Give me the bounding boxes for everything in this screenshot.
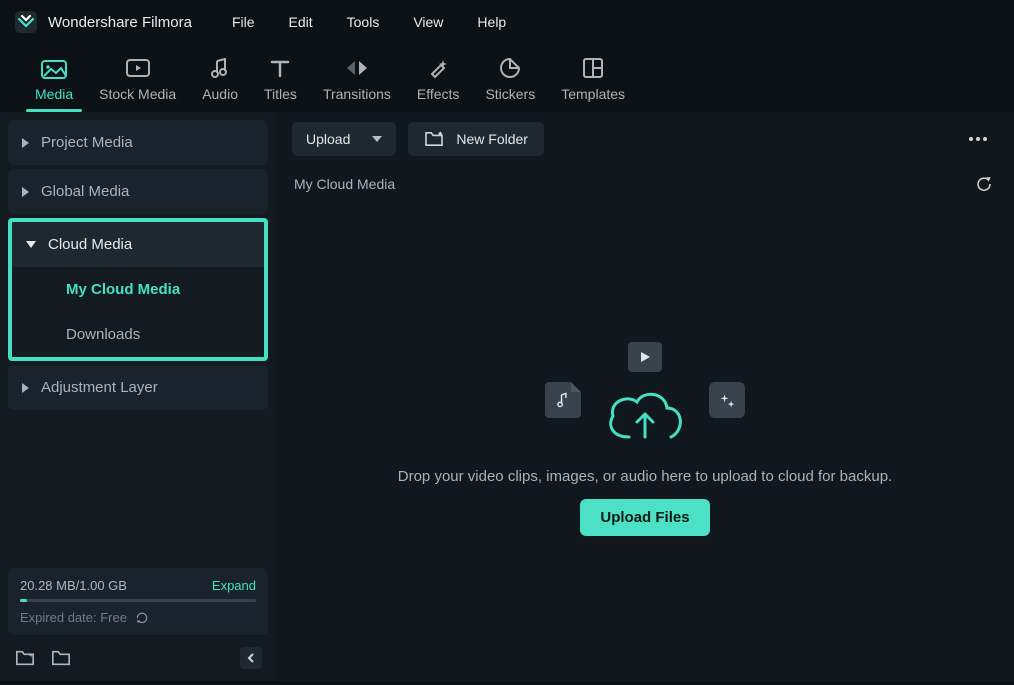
menu-edit[interactable]: Edit: [289, 14, 313, 30]
chevron-right-icon: [22, 138, 29, 148]
refresh-icon[interactable]: [135, 611, 149, 625]
svg-text:+: +: [29, 651, 34, 660]
audio-file-icon: [545, 382, 581, 418]
storage-progress-bar: [20, 599, 256, 602]
sidebar-item-global-media[interactable]: Global Media: [8, 169, 268, 214]
sidebar-subitem-my-cloud-media[interactable]: My Cloud Media: [12, 267, 264, 312]
chevron-right-icon: [22, 383, 29, 393]
transitions-icon: [344, 56, 370, 80]
video-file-icon: [628, 342, 662, 372]
content-toolbar: Upload New Folder: [276, 112, 1014, 164]
effects-file-icon: [709, 382, 745, 418]
main-menu: File Edit Tools View Help: [232, 14, 506, 30]
storage-panel: 20.28 MB/1.00 GB Expand Expired date: Fr…: [8, 568, 268, 635]
sidebar-subitem-downloads[interactable]: Downloads: [12, 312, 264, 357]
sidebar-item-label: Adjustment Layer: [41, 379, 158, 396]
templates-icon: [582, 56, 604, 80]
tab-templates[interactable]: Templates: [548, 48, 638, 112]
tab-media[interactable]: Media: [22, 48, 86, 112]
dropzone-graphic: [545, 342, 745, 450]
tab-stock-media[interactable]: Stock Media: [86, 48, 189, 112]
upload-button-label: Upload: [306, 131, 350, 147]
sidebar-item-adjustment-layer[interactable]: Adjustment Layer: [8, 365, 268, 410]
refresh-button[interactable]: [972, 172, 996, 196]
breadcrumb-bar: My Cloud Media: [276, 164, 1014, 196]
sidebar-item-label: Project Media: [41, 134, 133, 151]
tab-label: Templates: [561, 86, 625, 102]
folder-icon[interactable]: [50, 647, 72, 669]
new-bin-icon[interactable]: +: [14, 647, 36, 669]
dropzone[interactable]: Drop your video clips, images, or audio …: [276, 196, 1014, 681]
sidebar-item-project-media[interactable]: Project Media: [8, 120, 268, 165]
chevron-down-icon: [26, 241, 36, 248]
stock-media-icon: [125, 56, 151, 80]
new-folder-button[interactable]: New Folder: [408, 131, 544, 147]
sidebar-footer: +: [8, 635, 268, 673]
more-options-button[interactable]: [958, 122, 998, 156]
sidebar-item-label: My Cloud Media: [66, 281, 180, 298]
category-tabs: Media Stock Media Audio Titles Transitio…: [0, 48, 1014, 112]
tab-transitions[interactable]: Transitions: [310, 48, 404, 112]
chevron-down-icon: [372, 136, 382, 142]
tab-audio[interactable]: Audio: [189, 48, 251, 112]
tab-label: Media: [35, 86, 73, 102]
upload-dropdown-button[interactable]: Upload: [292, 131, 396, 147]
titles-icon: [269, 56, 291, 80]
dropzone-text: Drop your video clips, images, or audio …: [398, 468, 892, 485]
tab-stickers[interactable]: Stickers: [472, 48, 548, 112]
new-folder-label: New Folder: [456, 131, 528, 147]
app-logo-icon: [14, 10, 38, 34]
tab-label: Titles: [264, 86, 297, 102]
sidebar-item-cloud-media[interactable]: Cloud Media: [12, 222, 264, 267]
storage-usage-text: 20.28 MB/1.00 GB: [20, 578, 127, 593]
menu-help[interactable]: Help: [477, 14, 506, 30]
sidebar: Project Media Global Media Cloud Media M…: [0, 112, 276, 681]
menu-view[interactable]: View: [413, 14, 443, 30]
tab-label: Stickers: [485, 86, 535, 102]
stickers-icon: [499, 56, 521, 80]
tab-label: Effects: [417, 86, 460, 102]
sidebar-item-label: Global Media: [41, 183, 129, 200]
upload-files-button[interactable]: Upload Files: [580, 499, 709, 536]
highlighted-cloud-media-group: Cloud Media My Cloud Media Downloads: [8, 218, 268, 361]
chevron-right-icon: [22, 187, 29, 197]
tab-label: Audio: [202, 86, 238, 102]
effects-icon: [427, 56, 449, 80]
media-icon: [41, 56, 67, 80]
collapse-sidebar-button[interactable]: [240, 647, 262, 669]
audio-icon: [209, 56, 231, 80]
sidebar-item-label: Downloads: [66, 326, 140, 343]
storage-expired-text: Expired date: Free: [20, 610, 127, 625]
sidebar-item-label: Cloud Media: [48, 236, 132, 253]
menu-tools[interactable]: Tools: [347, 14, 380, 30]
breadcrumb: My Cloud Media: [294, 176, 395, 192]
app-title: Wondershare Filmora: [48, 14, 192, 31]
content-area: Upload New Folder My Cloud Media: [276, 112, 1014, 681]
menu-file[interactable]: File: [232, 14, 255, 30]
new-folder-icon: [424, 131, 444, 147]
storage-expand-link[interactable]: Expand: [212, 578, 256, 593]
cloud-upload-icon: [599, 382, 691, 450]
tab-titles[interactable]: Titles: [251, 48, 310, 112]
tab-label: Transitions: [323, 86, 391, 102]
tab-label: Stock Media: [99, 86, 176, 102]
tab-effects[interactable]: Effects: [404, 48, 473, 112]
title-bar: Wondershare Filmora File Edit Tools View…: [0, 0, 1014, 44]
